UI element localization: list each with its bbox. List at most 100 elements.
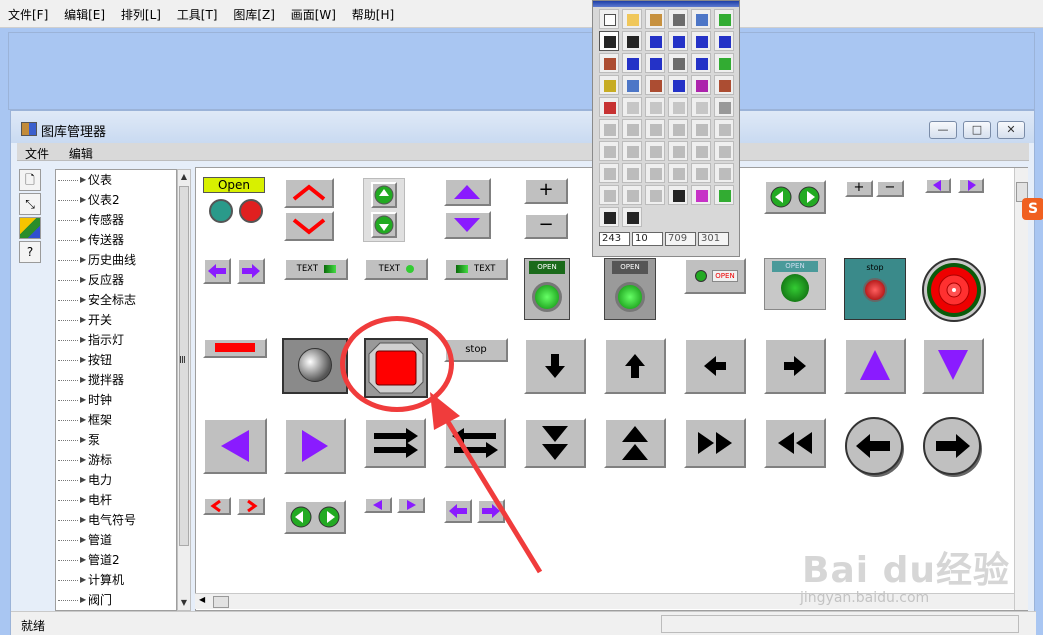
arrow-up-red-button[interactable]: [284, 178, 334, 208]
small-red-right-button[interactable]: [237, 497, 265, 515]
pattern-icon[interactable]: [668, 185, 688, 205]
minus-button[interactable]: −: [524, 213, 568, 239]
tree-expand-icon[interactable]: ▶: [80, 250, 86, 270]
tree-expand-icon[interactable]: ▶: [80, 290, 86, 310]
tree-item[interactable]: ▶ 电杆: [56, 490, 176, 510]
tree-expand-icon[interactable]: ▶: [80, 390, 86, 410]
double-up-button[interactable]: [604, 418, 666, 468]
scroll-down-icon[interactable]: ▼: [178, 596, 190, 610]
tree-item[interactable]: ▶ 游标: [56, 450, 176, 470]
tree-item[interactable]: ▶ 指示灯: [56, 330, 176, 350]
rectangle-tool-icon[interactable]: [691, 31, 711, 51]
purple-left-arrow-button[interactable]: [203, 258, 231, 284]
small-minus-button[interactable]: −: [876, 180, 904, 197]
circle-tool-icon[interactable]: [668, 31, 688, 51]
paste-icon[interactable]: [714, 97, 734, 117]
round-left-button[interactable]: [842, 416, 908, 478]
tree-expand-icon[interactable]: ▶: [80, 550, 86, 570]
tree-expand-icon[interactable]: ▶: [80, 410, 86, 430]
copy2-icon[interactable]: [691, 141, 711, 161]
redo-icon[interactable]: [645, 97, 665, 117]
transfer-arrows-button[interactable]: [364, 418, 426, 468]
pie-tool-icon[interactable]: [622, 53, 642, 73]
tree-item[interactable]: ▶ 时钟: [56, 390, 176, 410]
distribute-icon[interactable]: [691, 163, 711, 183]
tree-expand-icon[interactable]: ▶: [80, 510, 86, 530]
align-icon[interactable]: [599, 119, 619, 139]
menu-help[interactable]: 帮助[H]: [346, 0, 400, 23]
tree-item[interactable]: ▶ 管道: [56, 530, 176, 550]
small-plus-button[interactable]: +: [845, 180, 873, 197]
menu-screen[interactable]: 画面[W]: [285, 0, 342, 23]
tree-item[interactable]: ▶ 搅拌器: [56, 370, 176, 390]
gauge-icon[interactable]: [622, 75, 642, 95]
tree-expand-icon[interactable]: ▶: [80, 590, 86, 610]
vdots-icon[interactable]: [645, 185, 665, 205]
scatter-icon[interactable]: [691, 75, 711, 95]
triangle-up-purple-button[interactable]: [444, 178, 491, 206]
spiral-tool-icon[interactable]: [714, 31, 734, 51]
tree-expand-icon[interactable]: ▶: [80, 470, 86, 490]
tree-item[interactable]: ▶ 按钮: [56, 350, 176, 370]
stack-icon[interactable]: [668, 119, 688, 139]
link-icon[interactable]: ⤡: [19, 193, 41, 215]
tree-item[interactable]: ▶ 历史曲线: [56, 250, 176, 270]
arrow-up-black-button[interactable]: [604, 338, 666, 394]
text-tool-icon[interactable]: [645, 53, 665, 73]
tree2-icon[interactable]: [645, 141, 665, 161]
tree-expand-icon[interactable]: ▶: [80, 310, 86, 330]
gallery-vertical-scrollbar[interactable]: [1014, 168, 1028, 610]
rewind-button[interactable]: [764, 418, 826, 468]
h-align-icon[interactable]: [599, 185, 619, 205]
window-titlebar[interactable]: 图库管理器 — □ ✕: [11, 111, 1034, 143]
round-right-button[interactable]: [920, 416, 986, 478]
tree-scrollbar[interactable]: ▲ ▼: [177, 169, 191, 611]
tree-tool-icon[interactable]: [714, 53, 734, 73]
rounded-rect-icon[interactable]: [668, 53, 688, 73]
move-icon[interactable]: [599, 141, 619, 161]
green-left-right-pair[interactable]: [764, 180, 826, 214]
tree-item[interactable]: ▶ 开关: [56, 310, 176, 330]
level-icon[interactable]: [714, 75, 734, 95]
tree-item[interactable]: ▶ 管道2: [56, 550, 176, 570]
panel-icon[interactable]: [714, 9, 734, 29]
tree-item[interactable]: ▶ 安全标志: [56, 290, 176, 310]
splitter-handle[interactable]: Ⅲ: [179, 355, 186, 366]
tree-item[interactable]: ▶ 计算机: [56, 570, 176, 590]
stop-lamp-teal[interactable]: stop: [844, 258, 906, 320]
gray-knob-button[interactable]: [282, 338, 348, 394]
tree-item[interactable]: ▶ 传送器: [56, 230, 176, 250]
small-purple-right-button[interactable]: [958, 178, 984, 193]
tree-expand-icon[interactable]: ▶: [80, 430, 86, 450]
small-purple-left-button[interactable]: [925, 178, 951, 193]
chart-icon[interactable]: [691, 9, 711, 29]
purple-right-arrow-button[interactable]: [237, 258, 265, 284]
ellipse-fill-icon[interactable]: [645, 31, 665, 51]
open-pushbutton-green[interactable]: OPEN: [524, 258, 570, 320]
scroll-left-icon[interactable]: ◀: [199, 595, 205, 604]
new-page-icon[interactable]: [599, 9, 619, 29]
green-up-down-set[interactable]: [363, 178, 405, 242]
plus-button[interactable]: +: [524, 178, 568, 204]
polyline-tool-icon[interactable]: [599, 53, 619, 73]
small-purple-left-button-2[interactable]: [364, 497, 392, 513]
save-icon[interactable]: [668, 9, 688, 29]
tree-expand-icon[interactable]: ▶: [80, 530, 86, 550]
gradient-icon[interactable]: [599, 207, 619, 227]
ungroup-icon[interactable]: [645, 119, 665, 139]
tree-item[interactable]: ▶ 电气符号: [56, 510, 176, 530]
color-grid-icon[interactable]: [714, 185, 734, 205]
rotate-icon[interactable]: [691, 119, 711, 139]
open-indicator-red[interactable]: OPEN: [684, 258, 746, 294]
green-down-button[interactable]: [371, 212, 397, 238]
tree-item[interactable]: ▶ 泵: [56, 430, 176, 450]
gallery-icon[interactable]: [19, 217, 41, 239]
trend-icon[interactable]: [668, 75, 688, 95]
tree-item[interactable]: ▶ 反应器: [56, 270, 176, 290]
triangle-down-purple-button[interactable]: [444, 211, 491, 239]
cut-icon[interactable]: [668, 97, 688, 117]
menu-edit[interactable]: 编辑[E]: [58, 0, 111, 23]
align-mid-icon[interactable]: [622, 163, 642, 183]
report-icon[interactable]: [599, 75, 619, 95]
fast-forward-button[interactable]: [684, 418, 746, 468]
